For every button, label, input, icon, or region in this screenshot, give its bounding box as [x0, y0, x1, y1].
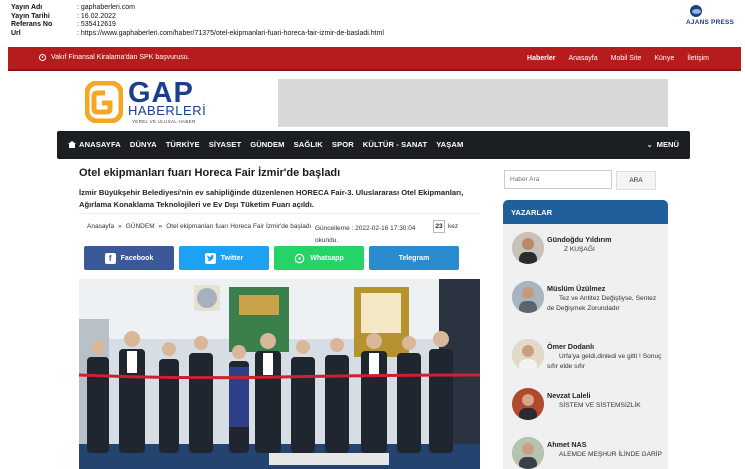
writer-article-title[interactable]: Z KUŞAĞI [564, 245, 668, 255]
top-link-anasayfa[interactable]: Anasayfa [568, 55, 597, 62]
twitter-icon [204, 252, 216, 264]
avatar [512, 232, 544, 264]
writer-article-title[interactable]: SİSTEM VE SİSTEMSİZLİK [547, 401, 665, 411]
facebook-share-label: Facebook [120, 254, 154, 262]
press-meta-value: : 535412619 [77, 21, 116, 28]
breadcrumb-current: Otel ekipmanları fuarı Horeca Fair İzmir… [166, 223, 312, 230]
writer-name[interactable]: Ömer Dodanlı [547, 342, 594, 351]
press-clipping-header: Yayın Adı : gaphaberleri.com Yayın Tarih… [0, 0, 745, 44]
facebook-icon: f [104, 252, 116, 264]
writer-item[interactable]: Ömer Dodanlı Urfa'ya geldi,dinledi ve gi… [512, 339, 664, 379]
nav-item-dunya[interactable]: DÜNYA [130, 140, 157, 149]
nav-item-turkiye[interactable]: TÜRKİYE [166, 140, 200, 149]
nav-items: ANASAYFA DÜNYA TÜRKİYE SİYASET GÜNDEM SA… [68, 140, 463, 149]
top-link-iletisim[interactable]: İletişim [687, 55, 709, 62]
ribbon-cutting-photo-icon [79, 279, 480, 469]
breadcrumb-separator-icon: » [118, 223, 122, 230]
globe-icon [690, 5, 702, 17]
menu-button[interactable]: ⌄ MENÜ [647, 140, 679, 149]
breadcrumb-home[interactable]: Anasayfa [87, 223, 114, 230]
press-meta-key: Referans No [11, 21, 53, 28]
home-icon [68, 141, 76, 148]
news-ticker[interactable]: Vakıf Finansal Kiralama'dan SPK başvurus… [39, 54, 190, 61]
updated-timestamp: Güncelleme : 2022-02-16 17:30:04 okundu. [315, 225, 416, 244]
ticker-text[interactable]: Vakıf Finansal Kiralama'dan SPK başvurus… [51, 54, 190, 61]
nav-item-kultur-sanat[interactable]: KÜLTÜR - SANAT [363, 140, 427, 149]
avatar [512, 339, 544, 371]
writer-item[interactable]: Gündoğdu Yıldırım Z KUŞAĞI [512, 232, 664, 272]
ad-banner[interactable] [278, 79, 668, 127]
avatar [512, 437, 544, 469]
nav-item-saglik[interactable]: SAĞLIK [294, 140, 323, 149]
twitter-share-label: Twitter [220, 254, 244, 262]
top-link-mobil-site[interactable]: Mobil Site [611, 55, 642, 62]
chevron-down-icon: ⌄ [646, 141, 653, 149]
facebook-share-button[interactable]: f Facebook [84, 246, 174, 270]
article-summary: İzmir Büyükşehir Belediyesi'nin ev sahip… [79, 188, 464, 209]
menu-label: MENÜ [656, 140, 679, 149]
nav-item-yasam[interactable]: YAŞAM [436, 140, 463, 149]
search-button[interactable]: ARA [616, 171, 656, 190]
writer-name[interactable]: Ahmet NAS [547, 440, 587, 449]
writer-name[interactable]: Müslüm Üzülmez [547, 284, 605, 293]
writers-panel: YAZARLAR Gündoğdu Yıldırım Z KUŞAĞI Müsl… [503, 200, 668, 469]
press-meta-row: Yayın Tarihi : 16.02.2022 [11, 13, 384, 22]
writer-item[interactable]: Nevzat Laleli SİSTEM VE SİSTEMSİZLİK [512, 388, 664, 428]
site-logo[interactable]: GAP HABERLERİ YEREL VE ULUSAL HABER [85, 78, 215, 127]
top-links: Haberler Anasayfa Mobil Site Künye İleti… [527, 55, 709, 62]
writer-item[interactable]: Ahmet NAS ALEMDE MEŞHUR İLİNDE GARİP [512, 437, 664, 469]
press-meta-row: Referans No : 535412619 [11, 21, 384, 30]
writer-article-title[interactable]: ALEMDE MEŞHUR İLİNDE GARİP [547, 450, 665, 460]
telegram-share-label: Telegram [398, 254, 430, 262]
writer-name[interactable]: Nevzat Laleli [547, 391, 591, 400]
writer-article-title[interactable]: Tez ve Antitez Değiştiyse, Sentez de Değ… [547, 294, 665, 314]
press-meta-value: : 16.02.2022 [77, 12, 116, 20]
writers-title: YAZARLAR [503, 200, 668, 224]
writer-item[interactable]: Müslüm Üzülmez Tez ve Antitez Değiştiyse… [512, 281, 664, 321]
nav-item-siyaset[interactable]: SİYASET [209, 140, 242, 149]
article-title: Otel ekipmanları fuarı Horeca Fair İzmir… [79, 167, 341, 179]
logo-tagline: YEREL VE ULUSAL HABER [132, 119, 196, 124]
share-buttons: f Facebook Twitter Whatsapp Telegram [84, 246, 474, 270]
breadcrumb-separator-icon: » [158, 223, 163, 230]
top-bar: Vakıf Finansal Kiralama'dan SPK başvurus… [8, 47, 741, 71]
read-count: 23 [433, 220, 445, 233]
whatsapp-share-label: Whatsapp [310, 254, 344, 262]
gap-logo-mark-icon [85, 81, 123, 123]
whatsapp-icon [294, 253, 305, 263]
nav-item-anasayfa[interactable]: ANASAYFA [68, 140, 121, 149]
avatar [512, 281, 544, 313]
breadcrumb: Anasayfa » GÜNDEM » Otel ekipmanları fua… [87, 223, 311, 230]
press-meta-key: Yayın Adı [11, 4, 43, 11]
writer-article-title[interactable]: Urfa'ya geldi,dinledi ve gitti ! Sonuç s… [547, 352, 665, 372]
avatar [512, 388, 544, 420]
telegram-share-button[interactable]: Telegram [369, 246, 459, 270]
press-meta-row: Yayın Adı : gaphaberleri.com [11, 4, 384, 13]
press-meta-key: Yayın Tarihi [11, 12, 50, 20]
ajans-press-logo: AJANS PRESS [686, 5, 738, 27]
press-meta-value: : gaphaberleri.com [77, 4, 135, 11]
whatsapp-share-button[interactable]: Whatsapp [274, 246, 364, 270]
nav-item-spor[interactable]: SPOR [332, 140, 354, 149]
clock-icon [39, 54, 46, 61]
read-count-suffix: kez [448, 223, 459, 230]
logo-sub-text: HABERLERİ [128, 103, 207, 118]
article-info-bar: Anasayfa » GÜNDEM » Otel ekipmanları fua… [79, 213, 480, 244]
twitter-share-button[interactable]: Twitter [179, 246, 269, 270]
press-meta-key: Url [11, 29, 21, 37]
search-input[interactable] [504, 170, 612, 189]
press-meta-table: Yayın Adı : gaphaberleri.com Yayın Tarih… [11, 4, 384, 38]
press-meta-value: : https://www.gaphaberleri.com/haber/713… [77, 29, 384, 37]
press-meta-row: Url : https://www.gaphaberleri.com/haber… [11, 30, 384, 39]
breadcrumb-category[interactable]: GÜNDEM [126, 223, 155, 230]
main-nav: ANASAYFA DÜNYA TÜRKİYE SİYASET GÜNDEM SA… [57, 131, 690, 159]
top-link-haberler[interactable]: Haberler [527, 55, 555, 62]
top-link-kunye[interactable]: Künye [654, 55, 674, 62]
ajans-press-name: AJANS PRESS [686, 19, 735, 26]
article-photo [79, 279, 480, 469]
nav-item-gundem[interactable]: GÜNDEM [250, 140, 284, 149]
writer-name[interactable]: Gündoğdu Yıldırım [547, 235, 612, 244]
nav-item-label: ANASAYFA [79, 140, 121, 149]
